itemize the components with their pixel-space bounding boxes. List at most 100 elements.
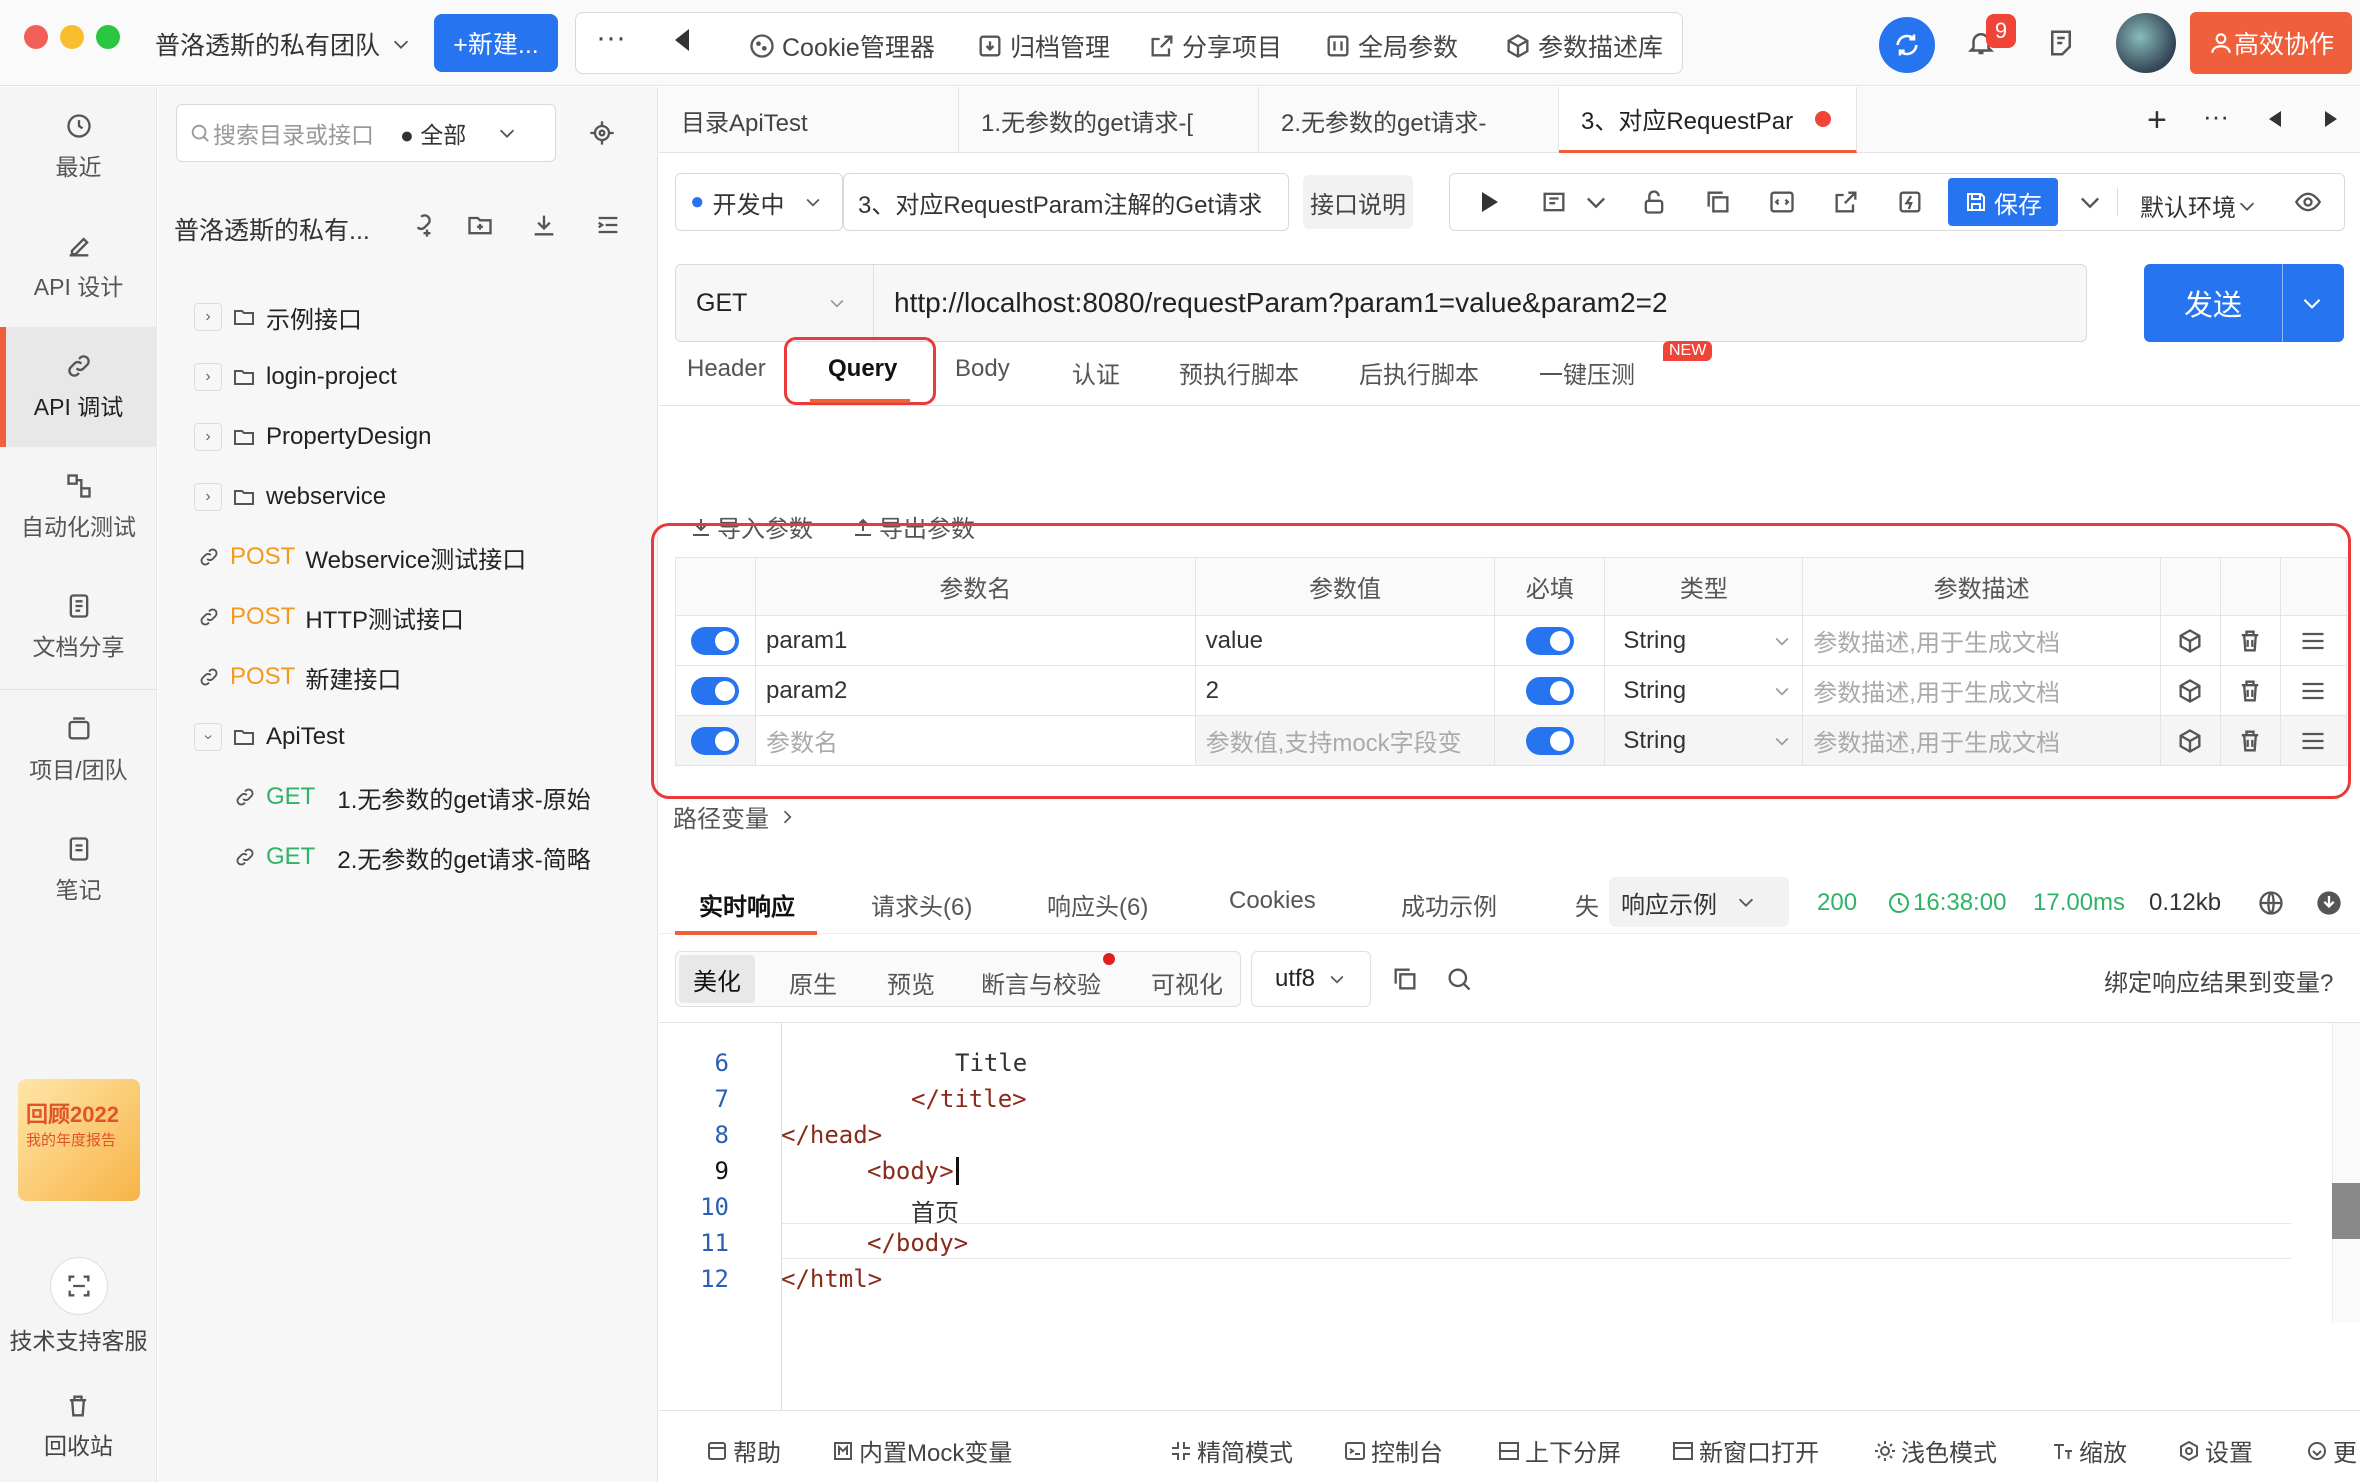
cube-icon[interactable] xyxy=(2160,715,2221,766)
scrollbar-thumb[interactable] xyxy=(2332,1183,2360,1239)
locate-icon[interactable] xyxy=(588,119,616,147)
param-name-input[interactable]: param2 xyxy=(754,665,1196,716)
tab-success-example[interactable]: 成功示例 xyxy=(1401,887,1497,922)
cube-icon[interactable] xyxy=(2160,615,2221,666)
import-icon[interactable] xyxy=(530,211,558,239)
copy-icon[interactable] xyxy=(1704,188,1732,216)
global-params-button[interactable]: 全局参数 xyxy=(1324,28,1458,64)
tree-api[interactable]: GET 1.无参数的get请求-原始 xyxy=(234,777,591,817)
drag-handle-icon[interactable] xyxy=(2279,665,2348,716)
new-window-button[interactable]: 新窗口打开 xyxy=(1671,1433,1819,1468)
tab-directory[interactable]: 目录ApiTest xyxy=(659,87,959,153)
tree-api[interactable]: POST HTTP测试接口 xyxy=(198,597,464,637)
path-variables-toggle[interactable]: 路径变量 xyxy=(673,799,797,834)
more-icon[interactable]: ··· xyxy=(596,21,626,55)
scrollbar-track[interactable] xyxy=(2332,1023,2360,1323)
trash-icon[interactable] xyxy=(64,1392,92,1420)
run-icon[interactable] xyxy=(1480,190,1500,214)
lock-icon[interactable] xyxy=(1640,188,1668,216)
required-toggle[interactable] xyxy=(1525,626,1574,655)
drag-handle-icon[interactable] xyxy=(2279,615,2348,666)
nav-notes[interactable]: 笔记 xyxy=(0,810,157,930)
required-toggle[interactable] xyxy=(1525,676,1574,705)
type-select[interactable]: String xyxy=(1604,615,1804,666)
nav-api-design[interactable]: API 设计 xyxy=(0,207,157,327)
response-example-select[interactable]: 响应示例 xyxy=(1609,877,1789,927)
share-icon[interactable] xyxy=(1832,188,1860,216)
bind-variable-link[interactable]: 绑定响应结果到变量? xyxy=(2104,963,2333,998)
search-icon[interactable] xyxy=(1445,965,1473,993)
add-api-icon[interactable] xyxy=(406,211,434,239)
search-input[interactable]: 搜索目录或接口 ● 全部 xyxy=(176,104,556,162)
encoding-select[interactable]: utf8 xyxy=(1251,951,1371,1007)
enable-toggle[interactable] xyxy=(691,626,740,655)
tree-folder[interactable]: › webservice xyxy=(194,477,386,517)
more-icon[interactable]: ··· xyxy=(2203,101,2229,132)
nav-api-debug[interactable]: API 调试 xyxy=(0,327,157,447)
doc-button[interactable]: 接口说明 xyxy=(1303,175,1413,229)
collaborate-button[interactable]: 高效协作 xyxy=(2190,12,2352,74)
tab-request-2[interactable]: 2.无参数的get请求- xyxy=(1259,87,1559,153)
tab-request-1[interactable]: 1.无参数的get请求-[ xyxy=(959,87,1259,153)
required-toggle[interactable] xyxy=(1525,726,1574,755)
send-button[interactable]: 发送 xyxy=(2144,264,2344,342)
collapse-icon[interactable] xyxy=(594,211,622,239)
globe-icon[interactable] xyxy=(2257,889,2285,917)
save-button[interactable]: 保存 xyxy=(1948,178,2058,226)
tab-stress-test[interactable]: 一键压测 xyxy=(1539,355,1635,390)
team-selector[interactable]: 普洛透斯的私有团队 xyxy=(155,26,412,62)
param-value-input[interactable]: value xyxy=(1194,615,1496,666)
enable-toggle[interactable] xyxy=(691,676,740,705)
maximize-window-button[interactable] xyxy=(96,25,120,49)
more-button[interactable]: 更 xyxy=(2305,1433,2357,1468)
view-tab-beautify[interactable]: 美化 xyxy=(679,955,755,1003)
tab-header[interactable]: Header xyxy=(687,355,766,383)
tab-response-headers[interactable]: 响应头(6) xyxy=(1047,887,1148,922)
split-view-button[interactable]: 上下分屏 xyxy=(1497,1433,1621,1468)
nav-doc-share[interactable]: 文档分享 xyxy=(0,567,157,687)
param-name-input[interactable]: 参数名 xyxy=(754,715,1196,766)
type-select[interactable]: String xyxy=(1604,665,1804,716)
tab-post-script[interactable]: 后执行脚本 xyxy=(1359,355,1479,390)
drag-handle-icon[interactable] xyxy=(2279,715,2348,766)
method-select[interactable]: GET xyxy=(676,265,874,341)
flash-icon[interactable] xyxy=(1896,188,1924,216)
status-select[interactable]: ● 开发中 xyxy=(675,173,843,231)
eye-icon[interactable] xyxy=(2294,188,2322,216)
archive-manager-button[interactable]: 归档管理 xyxy=(976,28,1110,64)
tab-cookies[interactable]: Cookies xyxy=(1229,887,1316,915)
help-button[interactable]: 帮助 xyxy=(705,1433,781,1468)
new-button[interactable]: +新建... xyxy=(434,14,558,72)
tree-folder[interactable]: › 示例接口 xyxy=(194,297,362,337)
tree-api[interactable]: POST 新建接口 xyxy=(198,657,401,697)
tab-auth[interactable]: 认证 xyxy=(1072,355,1120,390)
tree-api[interactable]: GET 2.无参数的get请求-简略 xyxy=(234,837,591,877)
param-desc-input[interactable]: 参数描述,用于生成文档 xyxy=(1802,615,2161,666)
minimize-window-button[interactable] xyxy=(60,25,84,49)
tab-realtime-response[interactable]: 实时响应 xyxy=(699,887,795,922)
nav-project-team[interactable]: 项目/团队 xyxy=(0,690,157,810)
notes-button[interactable] xyxy=(2046,28,2076,58)
url-input[interactable]: http://localhost:8080/requestParam?param… xyxy=(894,287,1668,319)
view-tab-visualize[interactable]: 可视化 xyxy=(1151,965,1223,1000)
tree-folder[interactable]: › PropertyDesign xyxy=(194,417,431,457)
param-desc-input[interactable]: 参数描述,用于生成文档 xyxy=(1802,665,2161,716)
view-tab-assertions[interactable]: 断言与校验 xyxy=(981,965,1101,1000)
enable-toggle[interactable] xyxy=(691,726,740,755)
cube-icon[interactable] xyxy=(2160,665,2221,716)
delete-icon[interactable] xyxy=(2219,615,2281,666)
add-folder-icon[interactable] xyxy=(466,211,494,239)
param-value-input[interactable]: 2 xyxy=(1194,665,1496,716)
type-select[interactable]: String xyxy=(1604,715,1804,766)
zoom-button[interactable]: 缩放 xyxy=(2051,1433,2127,1468)
nav-automation-test[interactable]: 自动化测试 xyxy=(0,447,157,567)
add-tab-icon[interactable]: + xyxy=(2147,101,2167,140)
close-window-button[interactable] xyxy=(24,25,48,49)
param-name-input[interactable]: param1 xyxy=(754,615,1196,666)
delete-icon[interactable] xyxy=(2219,715,2281,766)
support-button[interactable] xyxy=(50,1257,108,1315)
tree-folder[interactable]: › ApiTest xyxy=(194,717,345,757)
mock-variables-button[interactable]: 内置Mock变量 xyxy=(831,1433,1012,1468)
tab-pre-script[interactable]: 预执行脚本 xyxy=(1179,355,1299,390)
tree-folder[interactable]: › login-project xyxy=(194,357,397,397)
